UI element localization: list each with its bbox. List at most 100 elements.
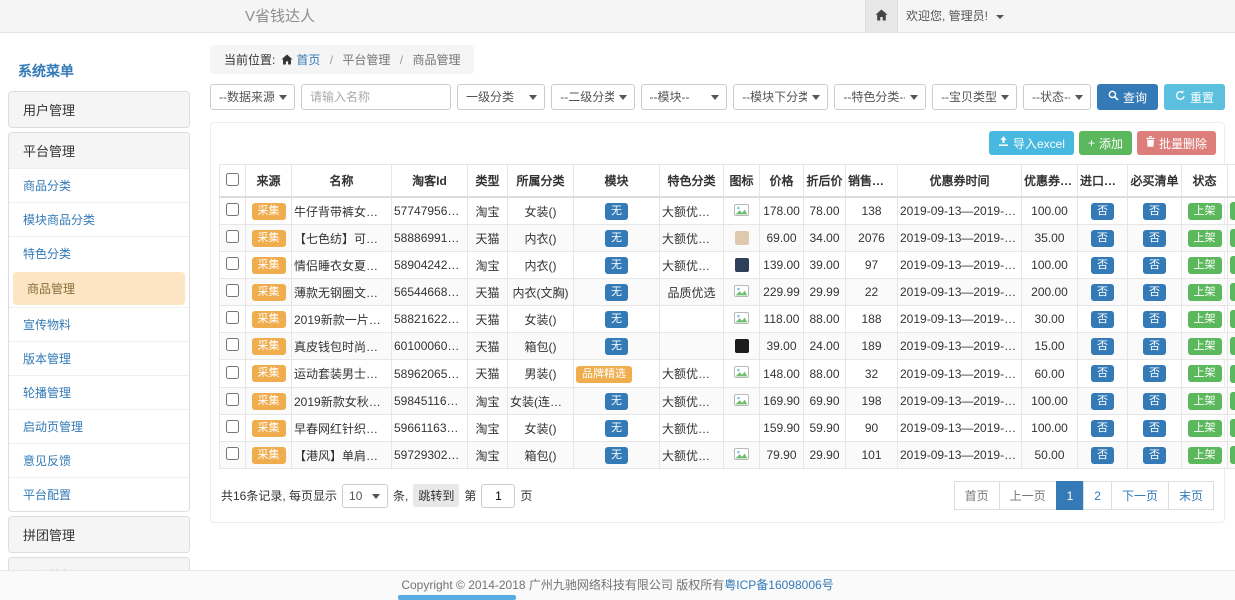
batch-delete-button[interactable]: 批量删除 xyxy=(1137,131,1216,155)
row-checkbox[interactable] xyxy=(226,311,239,324)
page-button-2[interactable]: 2 xyxy=(1083,481,1112,510)
row-checkbox[interactable] xyxy=(226,230,239,243)
page-size-select-input[interactable]: 10 xyxy=(342,484,388,508)
must-buy-toggle[interactable]: 否 xyxy=(1143,393,1166,410)
name-search-input[interactable] xyxy=(301,84,451,110)
filter-select-2[interactable]: --模块-- xyxy=(641,84,728,110)
row-checkbox[interactable] xyxy=(226,257,239,270)
filter-select-3[interactable]: --模块下分类-- xyxy=(733,84,828,110)
page-size-select[interactable]: 10 xyxy=(342,484,388,508)
row-checkbox[interactable] xyxy=(226,284,239,297)
filter-select-5[interactable]: --宝贝类型-- xyxy=(932,84,1017,110)
module-badge[interactable]: 品牌精选 xyxy=(576,366,632,383)
sidebar-subitem-启动页管理[interactable]: 启动页管理 xyxy=(9,409,189,443)
horizontal-scrollbar-thumb[interactable] xyxy=(398,595,516,600)
import-select-toggle[interactable]: 否 xyxy=(1091,338,1114,355)
filter-select-0[interactable]: 一级分类 xyxy=(457,84,545,110)
breadcrumb-home-link[interactable]: 首页 xyxy=(296,53,320,67)
page-button-下一页[interactable]: 下一页 xyxy=(1111,481,1169,510)
row-checkbox[interactable] xyxy=(226,338,239,351)
icp-link[interactable]: 粤ICP备16098006号 xyxy=(724,578,833,592)
status-toggle[interactable]: 上架 xyxy=(1188,257,1222,274)
sidebar-item-拼团管理[interactable]: 拼团管理 xyxy=(9,517,189,552)
import-select-toggle[interactable]: 否 xyxy=(1091,420,1114,437)
status-toggle[interactable]: 上架 xyxy=(1188,365,1222,382)
filter-select-input-4[interactable]: --特色分类-- xyxy=(834,84,926,110)
page-button-末页[interactable]: 末页 xyxy=(1168,481,1214,510)
sidebar-subitem-商品分类[interactable]: 商品分类 xyxy=(9,168,189,202)
edit-button[interactable] xyxy=(1230,283,1235,301)
user-menu[interactable]: 欢迎您, 管理员! xyxy=(906,0,1004,33)
module-badge[interactable]: 无 xyxy=(605,311,628,328)
status-toggle[interactable]: 上架 xyxy=(1188,447,1222,464)
module-badge[interactable]: 无 xyxy=(605,284,628,301)
edit-button[interactable] xyxy=(1230,419,1235,437)
import-select-toggle[interactable]: 否 xyxy=(1091,230,1114,247)
must-buy-toggle[interactable]: 否 xyxy=(1143,311,1166,328)
edit-button[interactable] xyxy=(1230,202,1235,220)
must-buy-toggle[interactable]: 否 xyxy=(1143,365,1166,382)
row-checkbox[interactable] xyxy=(226,203,239,216)
must-buy-toggle[interactable]: 否 xyxy=(1143,447,1166,464)
row-checkbox[interactable] xyxy=(226,393,239,406)
sidebar-subitem-模块商品分类[interactable]: 模块商品分类 xyxy=(9,202,189,236)
status-toggle[interactable]: 上架 xyxy=(1188,284,1222,301)
sidebar-subitem-商品管理[interactable]: 商品管理 xyxy=(13,272,185,305)
sidebar-subitem-平台配置[interactable]: 平台配置 xyxy=(9,477,189,511)
jump-button[interactable]: 跳转到 xyxy=(413,484,459,507)
row-checkbox[interactable] xyxy=(226,366,239,379)
edit-button[interactable] xyxy=(1230,229,1235,247)
sidebar-subitem-意见反馈[interactable]: 意见反馈 xyxy=(9,443,189,477)
edit-button[interactable] xyxy=(1230,256,1235,274)
sidebar-item-平台管理[interactable]: 平台管理 xyxy=(9,133,189,168)
must-buy-toggle[interactable]: 否 xyxy=(1143,203,1166,220)
import-select-toggle[interactable]: 否 xyxy=(1091,393,1114,410)
filter-select-1[interactable]: --二级分类-- xyxy=(551,84,634,110)
module-badge[interactable]: 无 xyxy=(605,338,628,355)
must-buy-toggle[interactable]: 否 xyxy=(1143,230,1166,247)
sidebar-item-省惠快报[interactable]: 省惠快报 xyxy=(9,558,189,570)
page-button-首页[interactable]: 首页 xyxy=(954,481,1000,510)
import-select-toggle[interactable]: 否 xyxy=(1091,311,1114,328)
edit-button[interactable] xyxy=(1230,446,1235,464)
row-checkbox[interactable] xyxy=(226,447,239,460)
status-toggle[interactable]: 上架 xyxy=(1188,338,1222,355)
filter-select-input-2[interactable]: --模块-- xyxy=(641,84,728,110)
edit-button[interactable] xyxy=(1230,392,1235,410)
edit-button[interactable] xyxy=(1230,310,1235,328)
data-source-select[interactable]: --数据来源-- xyxy=(210,84,295,110)
sidebar-item-用户管理[interactable]: 用户管理 xyxy=(9,92,189,127)
import-select-toggle[interactable]: 否 xyxy=(1091,447,1114,464)
module-badge[interactable]: 无 xyxy=(605,257,628,274)
filter-select-input-1[interactable]: --二级分类-- xyxy=(551,84,634,110)
sidebar-subitem-宣传物料[interactable]: 宣传物料 xyxy=(9,307,189,341)
must-buy-toggle[interactable]: 否 xyxy=(1143,284,1166,301)
status-toggle[interactable]: 上架 xyxy=(1188,203,1222,220)
filter-select-input-5[interactable]: --宝贝类型-- xyxy=(932,84,1017,110)
page-button-上一页[interactable]: 上一页 xyxy=(999,481,1057,510)
filter-select-6[interactable]: --状态-- xyxy=(1023,84,1091,110)
query-button[interactable]: 查询 xyxy=(1097,84,1158,110)
add-button[interactable]: + 添加 xyxy=(1079,131,1132,155)
module-badge[interactable]: 无 xyxy=(605,420,628,437)
page-button-1[interactable]: 1 xyxy=(1056,481,1085,510)
import-select-toggle[interactable]: 否 xyxy=(1091,365,1114,382)
module-badge[interactable]: 无 xyxy=(605,203,628,220)
home-button[interactable] xyxy=(865,0,898,32)
import-excel-button[interactable]: 导入excel xyxy=(989,131,1074,155)
jump-page-input[interactable] xyxy=(481,484,515,508)
import-select-toggle[interactable]: 否 xyxy=(1091,257,1114,274)
select-all-checkbox[interactable] xyxy=(226,173,239,186)
filter-select-4[interactable]: --特色分类-- xyxy=(834,84,926,110)
sidebar-subitem-轮播管理[interactable]: 轮播管理 xyxy=(9,375,189,409)
filter-select-input-6[interactable]: --状态-- xyxy=(1023,84,1091,110)
module-badge[interactable]: 无 xyxy=(605,447,628,464)
module-badge[interactable]: 无 xyxy=(605,393,628,410)
sidebar-subitem-版本管理[interactable]: 版本管理 xyxy=(9,341,189,375)
import-select-toggle[interactable]: 否 xyxy=(1091,284,1114,301)
sidebar-subitem-特色分类[interactable]: 特色分类 xyxy=(9,236,189,270)
filter-select-input-3[interactable]: --模块下分类-- xyxy=(733,84,828,110)
status-toggle[interactable]: 上架 xyxy=(1188,393,1222,410)
filter-select-input-0[interactable]: 一级分类 xyxy=(457,84,545,110)
must-buy-toggle[interactable]: 否 xyxy=(1143,420,1166,437)
